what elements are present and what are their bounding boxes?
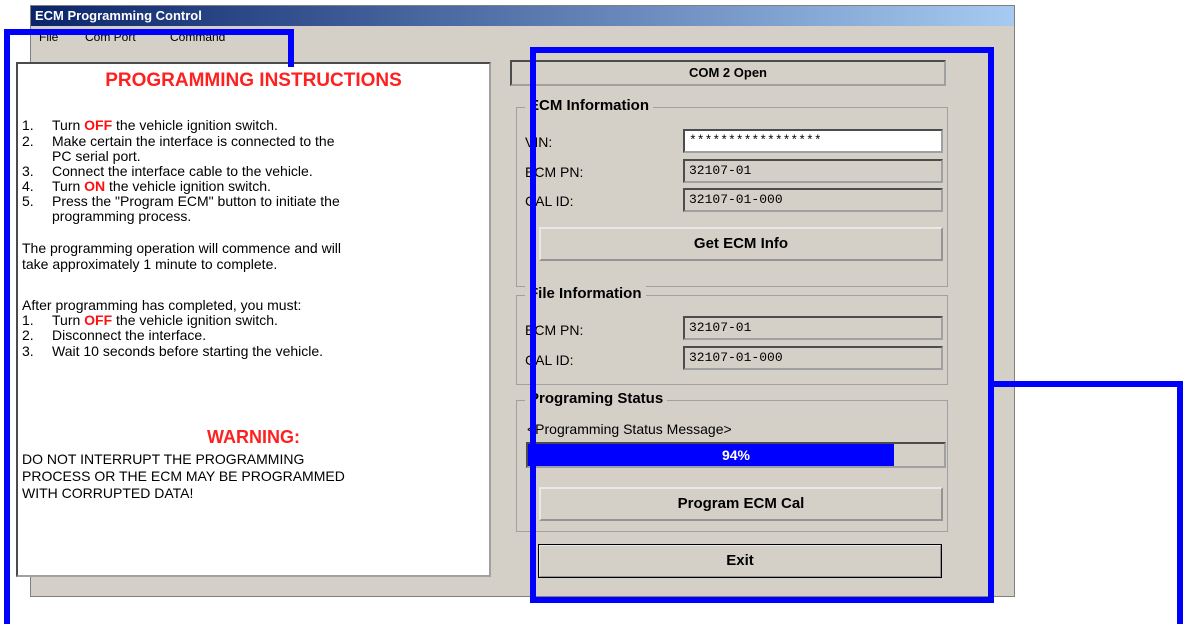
instruction-step: programming process. xyxy=(22,209,191,224)
step-number: 3. xyxy=(22,343,34,359)
step-text-post: the vehicle ignition switch. xyxy=(112,117,278,133)
step-text-pre: Turn xyxy=(52,178,85,194)
instruction-step: 5. Press the "Program ECM" button to init… xyxy=(22,194,340,209)
step-number: 4. xyxy=(22,178,34,194)
instructions-heading: PROGRAMMING INSTRUCTIONS xyxy=(105,70,402,91)
step-text-pre: Turn xyxy=(52,117,85,133)
step-number: 5. xyxy=(22,193,34,209)
step-text: Wait 10 seconds before starting the vehi… xyxy=(52,343,324,359)
step-text-post: the vehicle ignition switch. xyxy=(105,178,271,194)
step-text-pre: Turn xyxy=(52,312,85,328)
instruction-step: 4. Turn ON the vehicle ignition switch. xyxy=(22,179,271,194)
warning-line: DO NOT INTERRUPT THE PROGRAMMING xyxy=(22,451,305,467)
step-emphasis: ON xyxy=(84,178,106,194)
step-text: Disconnect the interface. xyxy=(52,327,207,343)
warning-heading: WARNING: xyxy=(207,427,300,447)
after-step: 3. Wait 10 seconds before starting the ve… xyxy=(22,344,323,359)
after-heading: After programming has completed, you mus… xyxy=(22,297,302,313)
step-emphasis: OFF xyxy=(84,117,113,133)
step-number: 1. xyxy=(22,117,34,133)
step-text: Press the "Program ECM" button to initia… xyxy=(52,193,340,209)
window-title: ECM Programming Control xyxy=(31,6,1014,26)
instructions-panel: PROGRAMMING INSTRUCTIONS 1. Turn OFF the … xyxy=(16,62,491,577)
instruction-step: PC serial port. xyxy=(22,149,141,164)
step-number: 3. xyxy=(22,163,34,179)
warning-line: PROCESS OR THE ECM MAY BE PROGRAMMED xyxy=(22,468,345,484)
warning-text: DO NOT INTERRUPT THE PROGRAMMING PROCESS… xyxy=(22,451,492,502)
step-number: 1. xyxy=(22,312,34,328)
control-panel-highlight-box xyxy=(530,47,994,603)
step-text-post: the vehicle ignition switch. xyxy=(112,312,278,328)
note-line: The programming operation will commence … xyxy=(22,240,342,256)
instruction-step: 1. Turn OFF the vehicle ignition switch. xyxy=(22,118,278,133)
step-number: 2. xyxy=(22,133,34,149)
after-step: 2. Disconnect the interface. xyxy=(22,328,206,343)
step-emphasis: OFF xyxy=(84,312,113,328)
step-text: Connect the interface cable to the vehic… xyxy=(52,163,313,179)
left-highlight-edge xyxy=(4,62,15,624)
instruction-step: 2. Make certain the interface is connecte… xyxy=(22,134,335,149)
after-step: 1. Turn OFF the vehicle ignition switch. xyxy=(22,313,278,328)
step-text: programming process. xyxy=(52,208,192,224)
note-line: take approximately 1 minute to complete. xyxy=(22,256,278,272)
menu-highlight-box xyxy=(4,29,294,67)
step-number: 2. xyxy=(22,327,34,343)
warning-line: WITH CORRUPTED DATA! xyxy=(22,485,194,501)
step-text: Make certain the interface is connected … xyxy=(52,133,335,149)
step-text: PC serial port. xyxy=(52,148,141,164)
extended-highlight-edge xyxy=(990,381,1183,624)
instruction-step: 3. Connect the interface cable to the veh… xyxy=(22,164,313,179)
